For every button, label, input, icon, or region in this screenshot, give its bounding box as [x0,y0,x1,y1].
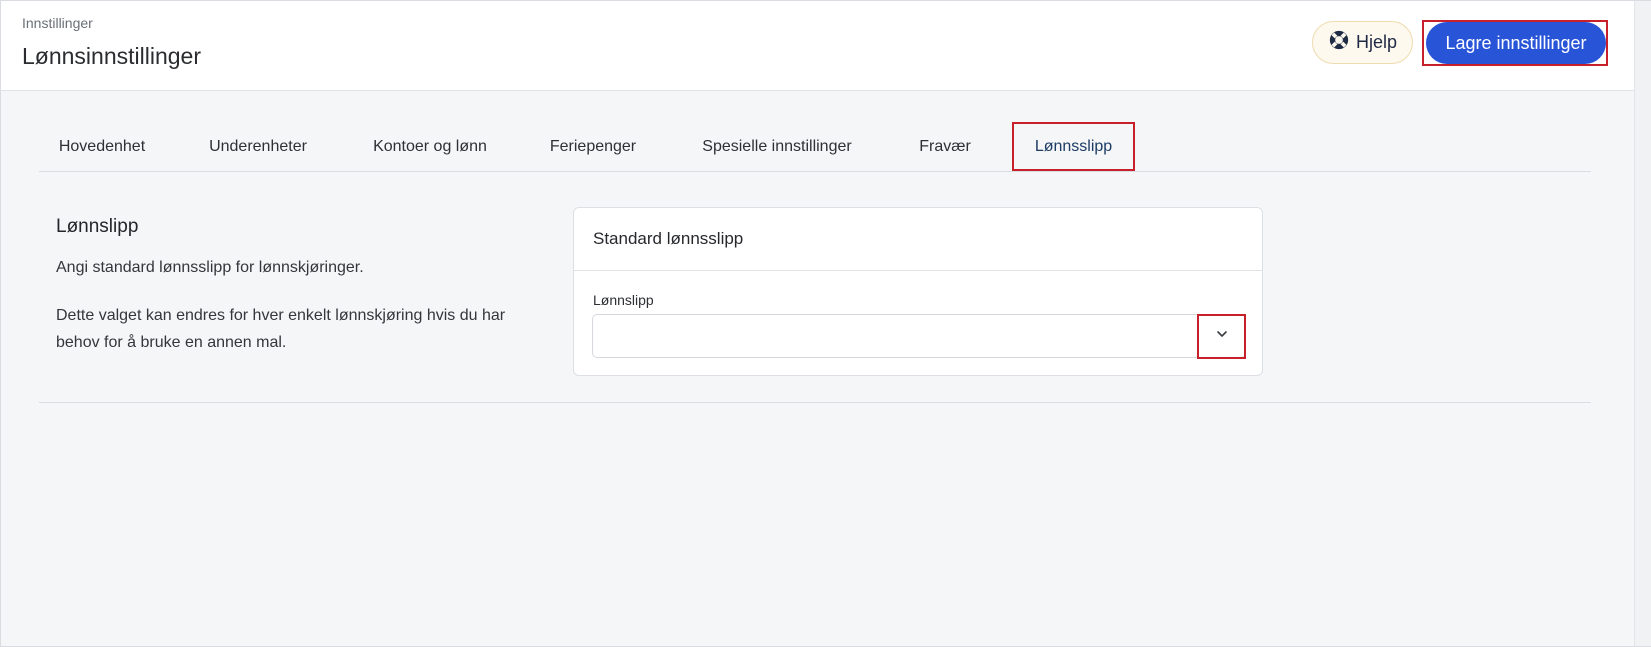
payslip-select[interactable] [592,314,1246,359]
page-title: Lønnsinnstillinger [22,43,201,69]
settings-tabs: Hovedenhet Underenheter Kontoer og lønn … [39,122,1591,172]
tab-underenheter[interactable]: Underenheter [203,122,313,171]
tab-kontoer-og-lonn[interactable]: Kontoer og lønn [365,122,495,171]
chevron-down-icon [1215,327,1229,346]
tab-hovedenhet[interactable]: Hovedenhet [56,122,148,171]
section-description: Angi standard lønnsslipp for lønnskjørin… [56,259,364,276]
dropdown-toggle[interactable] [1197,314,1246,359]
app-window: Innstillinger Lønnsinnstillinger Hjelp L… [0,0,1651,647]
payslip-field-label: Lønnslipp [593,292,654,308]
lifebuoy-icon [1328,29,1350,56]
tab-spesielle-innstillinger[interactable]: Spesielle innstillinger [688,122,866,171]
section-divider [39,402,1591,403]
card-title: Standard lønnsslipp [574,208,1262,271]
vertical-scrollbar[interactable] [1634,1,1651,646]
save-settings-button[interactable]: Lagre innstillinger [1426,22,1606,64]
help-button[interactable]: Hjelp [1312,21,1413,64]
section-note: Dette valget kan endres for hver enkelt … [56,307,506,351]
help-label: Hjelp [1355,32,1398,52]
tab-feriepenger[interactable]: Feriepenger [540,122,646,171]
page-header: Innstillinger Lønnsinnstillinger Hjelp L… [1,1,1634,91]
tab-lonnsslipp[interactable]: Lønnsslipp [1012,122,1135,171]
payslip-card: Standard lønnsslipp Lønnslipp [573,207,1263,376]
breadcrumb[interactable]: Innstillinger [22,15,93,31]
tab-fravaer[interactable]: Fravær [910,122,980,171]
section-title: Lønnslipp [56,216,139,237]
